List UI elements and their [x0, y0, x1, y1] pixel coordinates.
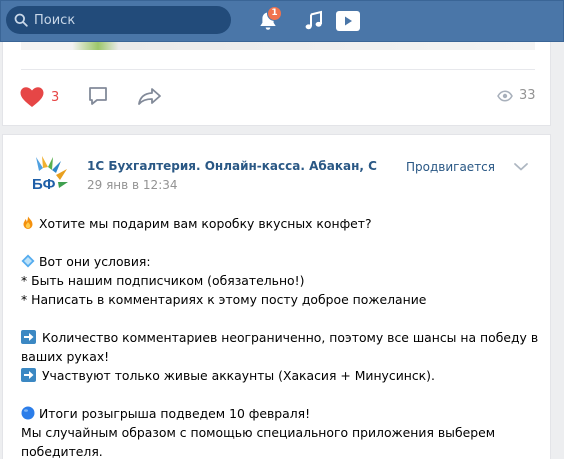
- post-line: Мы случайным образом с помощью специальн…: [21, 425, 496, 440]
- post-image: [21, 42, 535, 50]
- post-line-text: Участвуют только живые аккаунты (Хакасия…: [42, 368, 435, 383]
- eye-icon: [497, 89, 513, 102]
- community-avatar[interactable]: БФ: [25, 155, 71, 201]
- post-line: * Написать в комментариях к этому посту …: [21, 292, 427, 307]
- music-icon[interactable]: [304, 10, 324, 32]
- post-line: Вот они условия:: [21, 252, 541, 271]
- search-input[interactable]: [34, 10, 214, 30]
- like-button[interactable]: 3: [19, 86, 59, 108]
- blue-circle-emoji: [21, 406, 35, 420]
- heart-icon: [20, 87, 44, 107]
- arrow-right-emoji: [21, 368, 36, 382]
- divider: [21, 69, 535, 70]
- like-count: 3: [51, 89, 60, 105]
- post-author[interactable]: 1С Бухгалтерия. Онлайн-касса. Абакан, Са…: [87, 159, 377, 173]
- video-icon[interactable]: [335, 10, 361, 32]
- diamond-emoji: [21, 254, 35, 268]
- views-count: 33: [519, 88, 536, 103]
- comment-button[interactable]: [87, 85, 109, 107]
- notifications-badge: 1: [267, 6, 282, 21]
- comment-icon: [89, 87, 107, 105]
- post-date[interactable]: 29 янв в 12:34: [87, 178, 178, 192]
- chevron-down-icon[interactable]: [513, 162, 529, 172]
- views-counter: 33: [497, 88, 536, 103]
- post-line-text: Вот они условия:: [39, 254, 151, 269]
- post-line: Итоги розыгрыша подведем 10 февраля!: [21, 404, 541, 423]
- search-box[interactable]: [6, 6, 231, 34]
- svg-text:БФ: БФ: [32, 176, 56, 193]
- share-button[interactable]: [137, 85, 163, 107]
- post-card: БФ 1С Бухгалтерия. Онлайн-касса. Абакан,…: [2, 134, 551, 459]
- post-line-text: Хотите мы подарим вам коробку вкусных ко…: [39, 216, 372, 231]
- fire-emoji: [23, 216, 33, 229]
- post-line: Количество комментариев неограниченно, п…: [21, 328, 541, 347]
- post-line: * Быть нашим подписчиком (обязательно!): [21, 273, 305, 288]
- post-line: победителя.: [21, 444, 103, 459]
- post-line-text: Итоги розыгрыша подведем 10 февраля!: [39, 406, 311, 421]
- share-icon: [138, 88, 161, 105]
- post-line: Хотите мы подарим вам коробку вкусных ко…: [21, 214, 541, 233]
- post-text: Хотите мы подарим вам коробку вкусных ко…: [21, 214, 541, 459]
- top-header: 1: [0, 0, 564, 42]
- arrow-right-emoji: [21, 330, 36, 344]
- post-line: Участвуют только живые аккаунты (Хакасия…: [21, 366, 541, 385]
- post-line: ваших руках!: [21, 349, 110, 364]
- post-line-text: Количество комментариев неограниченно, п…: [42, 330, 539, 345]
- search-icon: [14, 13, 28, 27]
- promoted-label[interactable]: Продвигается: [406, 160, 495, 174]
- previous-post-card: 3 33: [2, 42, 551, 126]
